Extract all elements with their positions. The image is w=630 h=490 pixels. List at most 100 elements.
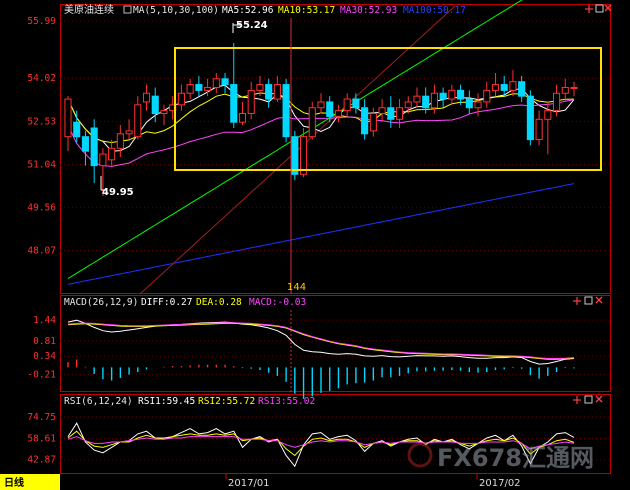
candle-body bbox=[308, 107, 316, 138]
rsi-tick-label: 74.75 bbox=[27, 412, 56, 423]
candle-body bbox=[535, 118, 543, 141]
candle-body bbox=[448, 89, 456, 100]
candle-body bbox=[151, 95, 159, 115]
move-arrows-icon[interactable] bbox=[573, 297, 581, 305]
macd-tick-label: 0.34 bbox=[33, 351, 56, 362]
candle-body bbox=[212, 78, 220, 88]
candle-body bbox=[195, 84, 203, 91]
candle-body bbox=[518, 81, 526, 97]
low-label: 49.95 bbox=[102, 187, 134, 198]
footer-bar: 日线 2017/01 2017/02 bbox=[0, 474, 521, 490]
candle-body bbox=[334, 110, 343, 117]
candle-body bbox=[343, 98, 351, 112]
low-annotation: 49.95 bbox=[100, 176, 134, 198]
candle-body bbox=[256, 84, 264, 91]
chart-canvas: 美原油连续 MA(5,10,30,100) MA5:52.96 MA10:53.… bbox=[0, 0, 612, 490]
candle-body bbox=[422, 95, 430, 109]
rsi-header: RSI(6,12,24) RSI1:59.45 RSI2:55.72 RSI3:… bbox=[64, 396, 315, 407]
move-arrows-icon[interactable] bbox=[573, 396, 581, 404]
ma10-value: MA10:53.17 bbox=[278, 5, 335, 16]
candle-body bbox=[509, 81, 517, 91]
candle-body bbox=[500, 84, 508, 91]
candle-body bbox=[413, 95, 421, 103]
macd-header: MACD(26,12,9) DIFF:0.27 DEA:0.28 MACD:-0… bbox=[64, 297, 306, 308]
moving-average-lines bbox=[67, 0, 575, 285]
candle-body bbox=[230, 84, 238, 123]
rsi-tick-label: 42.87 bbox=[27, 455, 56, 466]
candle-body bbox=[526, 95, 534, 141]
maximize-icon[interactable] bbox=[584, 296, 593, 305]
price-tick-label: 54.02 bbox=[27, 73, 56, 84]
y-tick-labels: 55.99 54.02 52.53 51.04 49.56 48.07 1.44 0.81 0.… bbox=[27, 16, 56, 466]
candle-body bbox=[99, 153, 107, 167]
candle-body bbox=[387, 107, 395, 120]
candle-body bbox=[378, 107, 386, 115]
candle-body bbox=[64, 98, 72, 138]
candle-body bbox=[204, 86, 212, 91]
candle-body bbox=[116, 133, 124, 149]
ma-params-label: MA(5,10,30,100) bbox=[133, 5, 219, 16]
symbol-title: 美原油连续 bbox=[64, 3, 114, 16]
long-trend-line bbox=[67, 183, 575, 285]
candle-body bbox=[90, 127, 98, 167]
price-tick-label: 49.56 bbox=[27, 202, 56, 213]
date-label-2: 2017/02 bbox=[479, 478, 521, 489]
candle-body bbox=[238, 113, 247, 123]
macd-value: MACD:-0.03 bbox=[249, 297, 306, 308]
candle-body bbox=[326, 101, 334, 117]
candle-body bbox=[395, 107, 404, 120]
grid-layer bbox=[60, 20, 610, 461]
price-tick-label: 48.07 bbox=[27, 245, 56, 256]
macd-tick-label: 1.44 bbox=[33, 315, 56, 326]
macd-tick-label: 0.81 bbox=[33, 336, 56, 347]
candle-body bbox=[439, 92, 447, 100]
candle-body bbox=[134, 104, 142, 138]
candle-body bbox=[265, 84, 273, 100]
candle-body bbox=[465, 98, 473, 109]
ma-toggle-icon[interactable] bbox=[123, 5, 132, 14]
close-icon[interactable] bbox=[595, 395, 603, 403]
main-panel-controls bbox=[585, 4, 612, 13]
price-tick-label: 52.53 bbox=[27, 116, 56, 127]
candle-body bbox=[142, 92, 151, 103]
candle-body bbox=[282, 84, 290, 138]
diff-value: DIFF:0.27 bbox=[141, 297, 192, 308]
candle-body bbox=[177, 92, 185, 106]
dea-value: DEA:0.28 bbox=[196, 297, 242, 308]
candlestick-series bbox=[64, 42, 578, 197]
move-arrows-icon[interactable] bbox=[585, 5, 593, 13]
candle-body bbox=[369, 113, 377, 132]
candle-body bbox=[125, 130, 133, 135]
ma100-value: MA100:50.17 bbox=[403, 5, 466, 16]
candle-body bbox=[291, 136, 299, 175]
macd-panel-controls bbox=[573, 296, 603, 305]
candle-body bbox=[273, 84, 281, 100]
price-tick-label: 51.04 bbox=[27, 159, 56, 170]
close-icon[interactable] bbox=[595, 296, 603, 304]
rsi-panel-controls bbox=[573, 395, 603, 404]
candle-body bbox=[474, 101, 482, 109]
price-tick-label: 55.99 bbox=[27, 16, 56, 27]
rsi-tick-label: 58.61 bbox=[27, 434, 56, 445]
candle-body bbox=[570, 86, 578, 89]
candle-body bbox=[317, 101, 325, 109]
rsi1-value: RSI1:59.45 bbox=[138, 396, 195, 407]
candle-body bbox=[491, 84, 500, 91]
maximize-icon[interactable] bbox=[584, 395, 593, 404]
macd-series bbox=[67, 319, 575, 399]
candle-body bbox=[247, 89, 255, 115]
macd-tick-label: -0.21 bbox=[27, 369, 56, 380]
maximize-icon[interactable] bbox=[595, 4, 604, 13]
candle-body bbox=[73, 121, 81, 138]
ma30-value: MA30:52.93 bbox=[340, 5, 397, 16]
high-annotation: 55.24 bbox=[232, 20, 268, 33]
candle-body bbox=[430, 92, 438, 109]
candle-body bbox=[186, 84, 194, 94]
ma100-line bbox=[67, 0, 524, 279]
candle-body bbox=[561, 86, 569, 94]
candle-body bbox=[361, 107, 369, 135]
watermark-logo: FX678汇通网 bbox=[407, 442, 594, 472]
candle-body bbox=[160, 110, 168, 115]
ma5-value: MA5:52.96 bbox=[222, 5, 274, 16]
candle-body bbox=[352, 98, 360, 109]
